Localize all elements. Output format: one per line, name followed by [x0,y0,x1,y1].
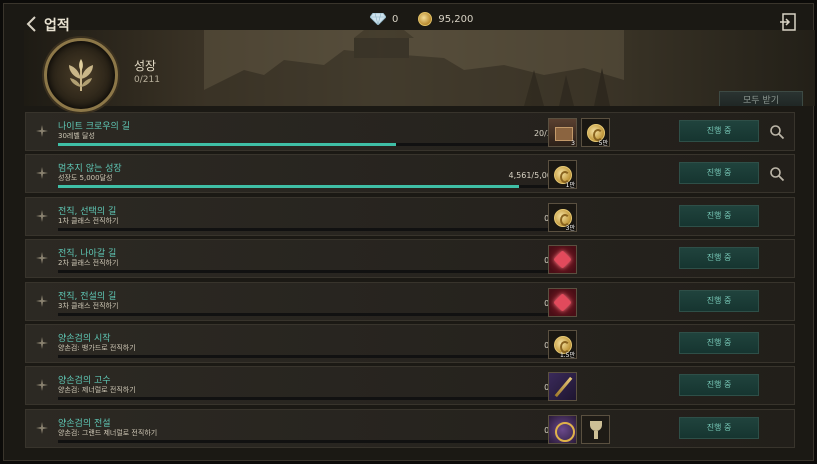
progress-bar [58,312,564,316]
status-button[interactable]: 진행 중 [679,120,759,142]
progress-bar [58,185,564,189]
search-icon [770,167,785,182]
reward-quantity: 3만 [565,224,575,232]
achievement-description: 성장도 5,000달성 [58,174,113,183]
gem-red-reward-icon[interactable] [548,245,577,275]
progress-bar [58,270,564,274]
star-icon [36,336,48,349]
progress-bar [58,227,564,231]
achievement-row[interactable]: 전직, 나아갈 길 2차 클래스 전직하기 0/1 진행 중 [25,239,795,279]
gem-count: 0 [392,13,399,25]
achievement-description: 3차 클래스 전직하기 [58,301,119,310]
reward-quantity: 5만 [598,140,608,147]
star-icon [36,209,48,222]
search-button[interactable] [769,166,785,182]
achievement-list: 나이트 크로우의 길 30레벨 달성 20/30 진행 중 3 5만 멈추지 않는… [25,112,795,451]
gold-count: 95,200 [438,13,474,25]
banner-count: 0/211 [134,75,160,85]
achievement-row[interactable]: 양손검의 시작 양손검: 뱅가드로 전직하기 0/1 진행 중 1.5만 [25,323,795,363]
coin-reward-icon[interactable]: 1.5만 [548,329,577,359]
progress-bar [58,439,564,443]
achievement-row[interactable]: 나이트 크로우의 길 30레벨 달성 20/30 진행 중 3 5만 [25,112,795,151]
exit-button[interactable] [779,12,799,32]
status-button[interactable]: 진행 중 [679,374,759,397]
reward-quantity: 1.5만 [559,351,575,359]
reward-quantity: 3 [571,140,575,147]
chest-reward-icon[interactable]: 3 [548,118,577,147]
star-icon [36,252,48,265]
search-icon [770,125,785,140]
exit-icon [780,13,796,31]
progress-bar [58,143,564,146]
achievement-row[interactable]: 양손검의 전설 양손검: 그랜드 제너럴로 전직하기 0/1 진행 중 [25,408,795,448]
top-bar: 업적 0 95,200 [4,4,813,44]
star-icon [36,294,48,307]
progress-bar [58,397,564,401]
gold-coin-icon [418,12,433,26]
status-button[interactable]: 진행 중 [679,204,759,227]
chevron-left-icon [26,16,36,32]
star-icon [36,379,48,392]
coin-reward-icon[interactable]: 3만 [548,202,577,232]
currency-bar: 0 95,200 [370,12,473,26]
achievement-window: 업적 0 95,200 모두 받기 성장 0/211 나이트 크로우의 길 30… [3,3,815,461]
status-button[interactable]: 진행 중 [679,416,759,439]
achievement-description: 양손검: 뱅가드로 전직하기 [58,343,136,352]
banner-title: 성장 [134,59,157,73]
status-button[interactable]: 진행 중 [679,162,759,185]
reward-quantity: 1만 [565,182,575,190]
gem-red-reward-icon[interactable] [548,287,577,317]
emblem-item-reward-icon[interactable] [548,414,577,444]
achievement-row[interactable]: 전직, 전설의 길 3차 클래스 전직하기 0/1 진행 중 [25,281,795,321]
achievement-row[interactable]: 멈추지 않는 성장 성장도 5,000달성 4,561/5,000 진행 중 1… [25,154,795,194]
progress-fill [58,143,396,146]
coin-reward-icon[interactable]: 1만 [548,160,577,190]
progress-fill [58,185,520,189]
claim-all-button[interactable]: 모두 받기 [719,91,803,106]
coin-reward-icon[interactable]: 5만 [581,118,610,147]
trophy-reward-icon[interactable] [581,414,610,444]
star-icon [36,125,48,137]
progress-bar [58,354,564,358]
status-button[interactable]: 진행 중 [679,331,759,354]
back-button[interactable] [22,14,42,34]
page-title: 업적 [44,18,70,34]
achievement-description: 30레벨 달성 [58,132,95,140]
star-icon [36,167,48,180]
achievement-description: 2차 클래스 전직하기 [58,259,119,268]
achievement-description: 양손검: 제너럴로 전직하기 [58,386,136,395]
achievement-description: 1차 클래스 전직하기 [58,216,119,225]
growth-emblem [44,38,118,112]
sword-reward-icon[interactable] [548,372,577,402]
diamond-icon [370,13,386,25]
laurel-icon [69,59,93,92]
achievement-row[interactable]: 양손검의 고수 양손검: 제너럴로 전직하기 0/1 진행 중 [25,366,795,406]
star-icon [36,421,48,434]
achievement-description: 양손검: 그랜드 제너럴로 전직하기 [58,428,158,437]
status-button[interactable]: 진행 중 [679,289,759,312]
search-button[interactable] [769,124,785,140]
status-button[interactable]: 진행 중 [679,247,759,270]
achievement-row[interactable]: 전직, 선택의 길 1차 클래스 전직하기 0/1 진행 중 3만 [25,196,795,236]
